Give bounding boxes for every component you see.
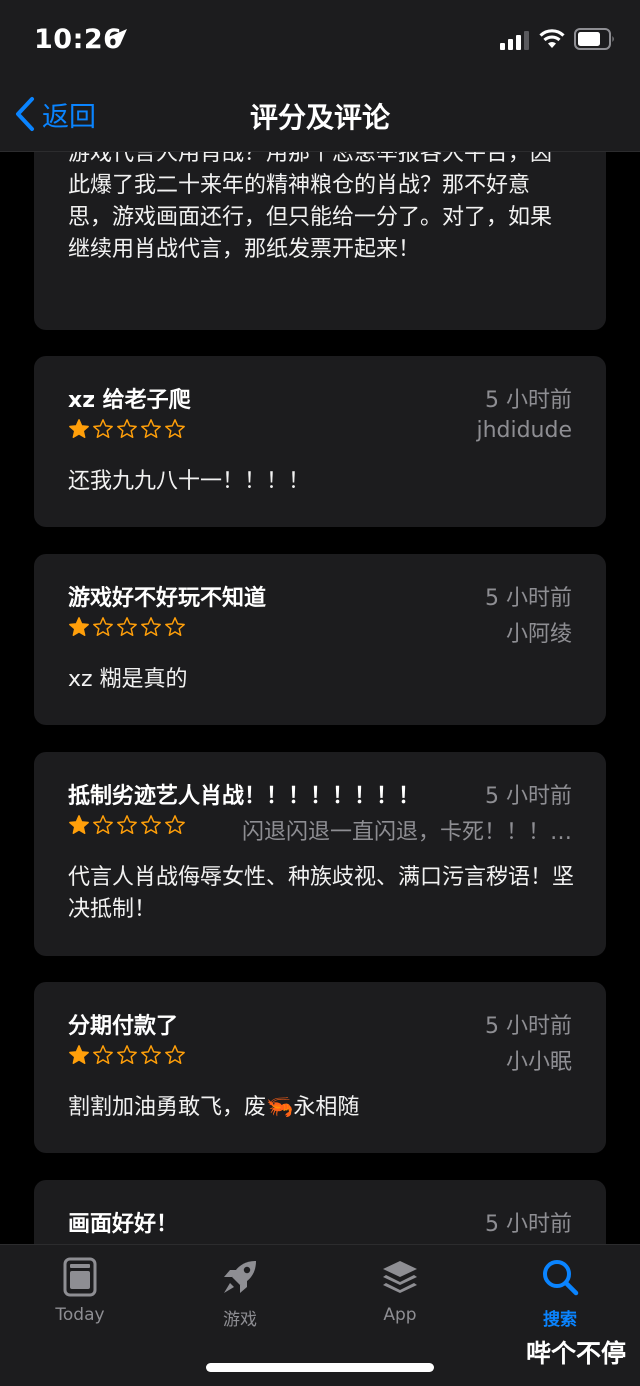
- cellular-signal-icon: [500, 31, 529, 50]
- review-date: 5 小时前: [485, 1212, 572, 1237]
- watermark-text: 哔个不停: [525, 1339, 626, 1368]
- star-empty-icon: [93, 1045, 113, 1064]
- star-empty-icon: [117, 419, 137, 438]
- review-date: 5 小时前: [485, 388, 572, 413]
- review-title: 游戏好不好玩不知道: [68, 586, 267, 611]
- star-rating: [68, 814, 186, 836]
- star-rating: [68, 616, 186, 638]
- star-empty-icon: [165, 617, 185, 636]
- review-card[interactable]: 画面好好！ 5 小时前: [34, 1180, 606, 1244]
- star-filled-icon: [69, 617, 89, 636]
- review-author: jhdidude: [476, 418, 572, 443]
- tab-today[interactable]: Today: [30, 1257, 130, 1325]
- review-author: 闪退闪退一直闪退，卡死！！！…: [241, 820, 572, 845]
- reviews-list[interactable]: 游戏代言人用肖战？用那个恋患举报各大平台，因此爆了我二十来年的精神粮仓的肖战？那…: [0, 0, 640, 1244]
- rocket-icon: [224, 1261, 256, 1293]
- star-filled-icon: [69, 1045, 89, 1064]
- navigation-bar: 返回 评分及评论: [0, 78, 640, 152]
- page-title: 评分及评论: [249, 101, 390, 134]
- battery-icon: [574, 28, 614, 50]
- review-body: 还我九九八十一！！！！: [68, 469, 311, 494]
- review-date: 5 小时前: [485, 586, 572, 611]
- star-filled-icon: [69, 815, 89, 834]
- review-title: 画面好好！: [68, 1212, 179, 1237]
- star-empty-icon: [141, 1045, 161, 1064]
- wifi-icon: [539, 29, 565, 48]
- tab-label: 搜索: [543, 1310, 577, 1330]
- star-rating: [68, 1044, 186, 1066]
- review-body: xz 糊是真的: [68, 667, 188, 692]
- review-body: 游戏代言人用肖战？用那个恋患举报各大平台，因此爆了我二十来年的精神粮仓的肖战？那…: [68, 141, 553, 262]
- star-empty-icon: [93, 617, 113, 636]
- tab-app[interactable]: App: [350, 1257, 450, 1325]
- star-empty-icon: [141, 815, 161, 834]
- review-title: 抵制劣迹艺人肖战！！！！！！！！: [68, 784, 421, 809]
- review-author: 小阿绫: [505, 622, 572, 647]
- review-body: 割割加油勇敢飞，废🦐永相随: [68, 1095, 360, 1120]
- review-card[interactable]: xz 给老子爬 5 小时前 jhdidude 还我九九八十一！！！！: [34, 356, 606, 527]
- status-bar: 10:26: [0, 0, 640, 78]
- review-author: 小小眠: [505, 1050, 572, 1075]
- review-card[interactable]: 游戏好不好玩不知道 5 小时前 小阿绫 xz 糊是真的: [34, 554, 606, 725]
- search-icon: [543, 1260, 579, 1296]
- star-empty-icon: [165, 419, 185, 438]
- review-date: 5 小时前: [485, 1014, 572, 1039]
- tab-label: App: [383, 1305, 417, 1325]
- review-title: 分期付款了: [68, 1014, 179, 1039]
- tab-games[interactable]: 游戏: [190, 1257, 290, 1330]
- review-card[interactable]: 分期付款了 5 小时前 小小眠 割割加油勇敢飞，废🦐永相随: [34, 982, 606, 1153]
- tab-label: Today: [55, 1305, 105, 1325]
- star-empty-icon: [165, 1045, 185, 1064]
- star-empty-icon: [141, 617, 161, 636]
- star-empty-icon: [141, 419, 161, 438]
- layers-icon: [383, 1261, 417, 1293]
- star-empty-icon: [165, 815, 185, 834]
- tab-search[interactable]: 搜索: [510, 1257, 610, 1330]
- star-filled-icon: [69, 419, 89, 438]
- review-title: xz 给老子爬: [68, 388, 191, 413]
- star-rating: [68, 418, 186, 440]
- review-card[interactable]: 抵制劣迹艺人肖战！！！！！！！！ 5 小时前 闪退闪退一直闪退，卡死！！！… 代…: [34, 752, 606, 956]
- today-icon: [63, 1257, 97, 1297]
- review-date: 5 小时前: [485, 784, 572, 809]
- review-body: 代言人肖战侮辱女性、种族歧视、满口污言秽语！坚决抵制！: [68, 865, 575, 922]
- star-empty-icon: [117, 617, 137, 636]
- location-arrow-icon: [111, 29, 127, 45]
- star-empty-icon: [93, 815, 113, 834]
- star-empty-icon: [117, 1045, 137, 1064]
- star-empty-icon: [93, 419, 113, 438]
- home-indicator[interactable]: [206, 1363, 434, 1372]
- star-empty-icon: [117, 815, 137, 834]
- tab-label: 游戏: [223, 1310, 257, 1330]
- tab-bar: Today 游戏 App 搜索 哔个不停: [0, 1244, 640, 1386]
